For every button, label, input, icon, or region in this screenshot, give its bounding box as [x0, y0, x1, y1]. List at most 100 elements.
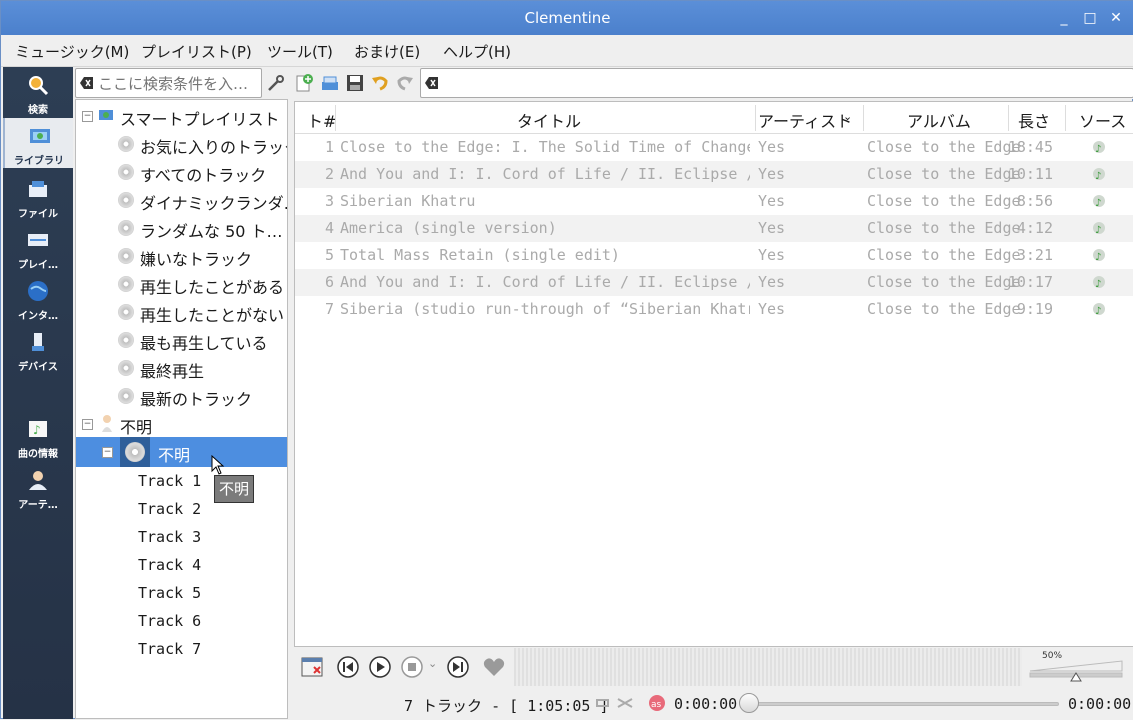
tree-smart-playlists[interactable]: − スマートプレイリスト [76, 102, 287, 130]
column-source[interactable]: ソース [1079, 108, 1126, 132]
undo-icon[interactable] [370, 73, 390, 93]
total-time: 0:00:00 [1068, 695, 1132, 713]
playlist-filter-input[interactable] [420, 68, 1133, 98]
tree-item[interactable]: 再生したことがない [76, 298, 287, 326]
repeat-icon[interactable] [594, 696, 612, 710]
collapse-toggle-icon[interactable]: − [82, 111, 93, 122]
column-separator[interactable] [863, 105, 864, 131]
column-separator[interactable] [1008, 105, 1009, 131]
column-separator[interactable] [1065, 105, 1066, 131]
sidebar-item-song-info[interactable]: ♪ 曲の情報 [3, 411, 73, 461]
sidebar-item-devices[interactable]: デバイス [3, 324, 73, 374]
volume-slider[interactable] [1028, 659, 1124, 683]
smart-playlist-icon [118, 360, 134, 376]
stop-menu-chevron-icon[interactable]: ⌄ [428, 657, 437, 670]
playlist-row[interactable]: 1 Close to the Edge: I. The Solid Time o… [295, 134, 1133, 161]
spectrum-analyzer[interactable] [514, 648, 1022, 686]
new-playlist-icon[interactable] [294, 73, 314, 93]
column-album[interactable]: アルバム [907, 108, 971, 132]
cell-album: Close to the Edge [867, 300, 1021, 318]
load-playlist-icon[interactable] [320, 73, 340, 93]
lastfm-scrobble-icon[interactable]: as [648, 694, 666, 712]
elapsed-time: 0:00:00 [674, 695, 738, 713]
clear-playlist-icon[interactable] [300, 655, 324, 679]
playlist-row[interactable]: 5 Total Mass Retain (single edit) Yes Cl… [295, 242, 1133, 269]
minimize-button[interactable]: _ [1055, 9, 1073, 27]
search-input[interactable] [98, 74, 256, 94]
tree-item[interactable]: 最新のトラック [76, 382, 287, 410]
playlist-row[interactable]: 4 America (single version) Yes Close to … [295, 215, 1133, 242]
tree-track[interactable]: Track 6 [76, 608, 287, 636]
close-button[interactable]: ✕ [1107, 9, 1125, 27]
tree-artist[interactable]: − 不明 [76, 410, 287, 438]
shuffle-icon[interactable] [616, 696, 634, 710]
clear-filter-icon[interactable] [425, 77, 438, 89]
cell-artist: Yes [758, 273, 786, 291]
menu-extras[interactable]: おまけ(E) [354, 41, 420, 62]
sidebar-item-playlists[interactable]: プレイ… [3, 222, 73, 272]
smart-playlist-icon [118, 192, 134, 208]
menu-help[interactable]: ヘルプ(H) [443, 41, 511, 62]
tree-track[interactable]: Track 1 [76, 468, 287, 496]
tree-item[interactable]: ランダムな 50 ト… [76, 214, 287, 242]
menu-playlist[interactable]: プレイリスト(P) [141, 41, 252, 62]
cell-track: 3 [325, 192, 335, 210]
column-track[interactable]: ト# [307, 108, 336, 132]
save-playlist-icon[interactable] [345, 73, 365, 93]
sidebar-item-internet[interactable]: インタ… [3, 273, 73, 323]
sidebar-item-library[interactable]: ライブラリ [3, 118, 73, 168]
column-artist[interactable]: アーティスト [758, 108, 852, 132]
play-icon[interactable] [368, 655, 392, 679]
playlist-row[interactable]: 6 And You and I: I. Cord of Life / II. E… [295, 269, 1133, 296]
tree-item[interactable]: 再生したことがある [76, 270, 287, 298]
sidebar-label-devices: デバイス [18, 362, 58, 373]
sidebar-item-artist-info[interactable]: アーテ… [3, 462, 73, 512]
cell-artist: Yes [758, 192, 786, 210]
previous-track-icon[interactable] [336, 655, 360, 679]
track-label: Track 5 [138, 584, 202, 602]
maximize-button[interactable]: □ [1081, 9, 1099, 27]
tree-item[interactable]: 嫌いなトラック [76, 242, 287, 270]
library-icon [30, 129, 50, 143]
sidebar-item-search[interactable]: 検索 [3, 67, 73, 117]
seek-handle[interactable] [739, 693, 759, 713]
column-title[interactable]: タイトル [517, 108, 581, 132]
column-separator[interactable] [335, 105, 336, 131]
tree-item[interactable]: ダイナミックランダ… [76, 186, 287, 214]
clear-search-icon[interactable] [80, 77, 93, 89]
column-length[interactable]: 長さ [1018, 108, 1050, 132]
collapse-toggle-icon[interactable]: − [102, 447, 113, 458]
seek-bar[interactable] [749, 702, 1059, 706]
menu-tools[interactable]: ツール(T) [267, 41, 333, 62]
cell-album: Close to the Edge [867, 219, 1021, 237]
tree-track[interactable]: Track 7 [76, 636, 287, 664]
cell-length: 4:12 [1016, 219, 1053, 237]
tree-track[interactable]: Track 4 [76, 552, 287, 580]
tree-item[interactable]: すべてのトラック [76, 158, 287, 186]
tree-item[interactable]: お気に入りのトラック [76, 130, 287, 158]
playlist-row[interactable]: 7 Siberia (studio run-through of “Siberi… [295, 296, 1133, 323]
internet-icon [28, 281, 48, 301]
tree-item[interactable]: 最終再生 [76, 354, 287, 382]
tree-item[interactable]: 最も再生している [76, 326, 287, 354]
library-config-icon[interactable] [266, 73, 286, 93]
redo-icon[interactable] [395, 73, 415, 93]
cell-title: And You and I: I. Cord of Life / II. Ecl… [340, 165, 750, 183]
column-separator[interactable] [755, 105, 756, 131]
tree-track[interactable]: Track 5 [76, 580, 287, 608]
love-heart-icon[interactable] [482, 655, 506, 679]
collapse-toggle-icon[interactable]: − [82, 419, 93, 430]
sidebar-item-files[interactable]: ファイル [3, 171, 73, 221]
stop-icon[interactable] [400, 655, 424, 679]
volume-control[interactable]: 50% [1024, 649, 1130, 685]
tree-track[interactable]: Track 2 [76, 496, 287, 524]
playlist-row[interactable]: 2 And You and I: I. Cord of Life / II. E… [295, 161, 1133, 188]
playlist-row[interactable]: 3 Siberian Khatru Yes Close to the Edge … [295, 188, 1133, 215]
next-track-icon[interactable] [446, 655, 470, 679]
menu-music[interactable]: ミュージック(M) [15, 41, 129, 62]
cell-album: Close to the Edge [867, 246, 1021, 264]
tree-album-selected[interactable]: − 不明 [76, 437, 287, 467]
tree-label: ダイナミックランダ… [140, 194, 287, 213]
tree-track[interactable]: Track 3 [76, 524, 287, 552]
svg-text:♪: ♪ [33, 423, 41, 437]
